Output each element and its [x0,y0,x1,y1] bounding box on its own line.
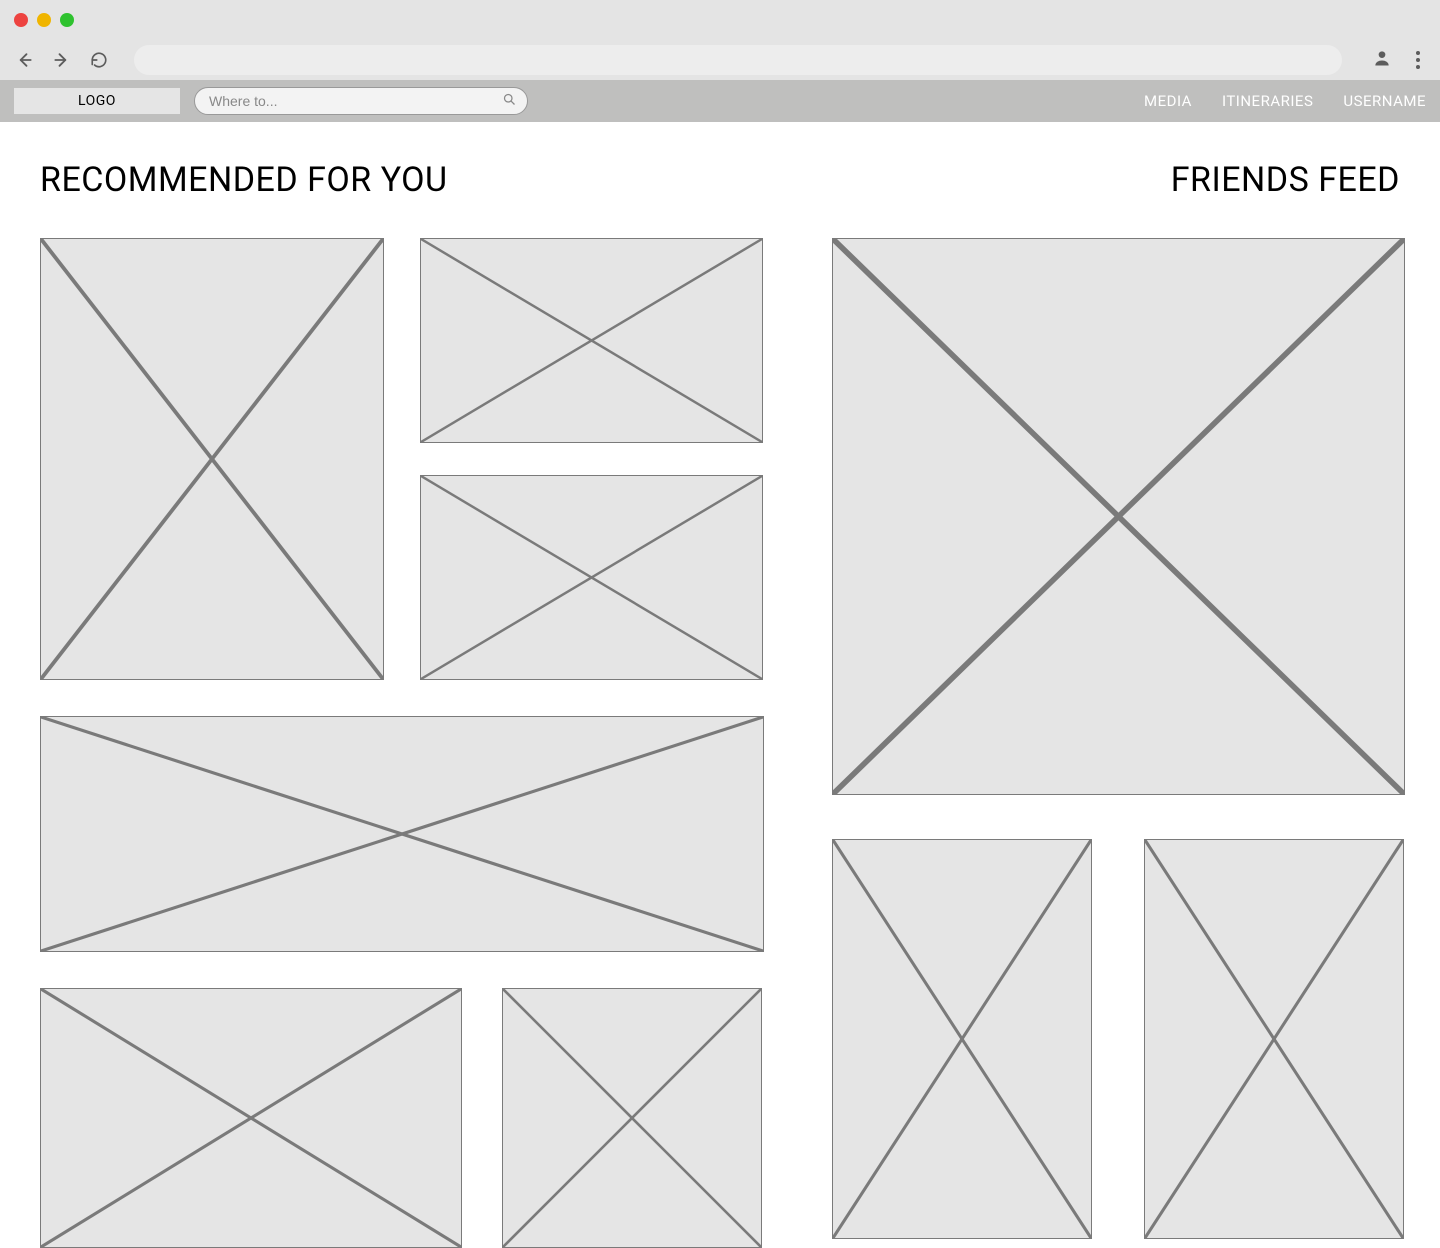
nav-link-username[interactable]: USERNAME [1343,92,1426,110]
recommended-heading: RECOMMENDED FOR YOU [40,160,448,200]
forward-button[interactable] [52,50,72,70]
browser-menu-button[interactable] [1410,51,1426,69]
navbar-right: MEDIA ITINERARIES USERNAME [1144,92,1426,110]
recommended-card[interactable] [502,988,762,1248]
section-headings: RECOMMENDED FOR YOU FRIENDS FEED [40,160,1400,200]
url-bar[interactable] [134,45,1342,75]
friends-card[interactable] [832,839,1092,1239]
recommended-card[interactable] [40,238,384,680]
browser-toolbar [0,40,1440,80]
app-navbar: LOGO MEDIA ITINERARIES USERNAME [0,80,1440,122]
nav-link-media[interactable]: MEDIA [1144,92,1192,110]
window-controls [14,13,74,27]
maximize-window-button[interactable] [60,13,74,27]
recommended-card[interactable] [420,475,763,680]
columns [40,238,1400,1248]
nav-link-itineraries[interactable]: ITINERARIES [1222,92,1313,110]
recommended-card[interactable] [40,988,462,1248]
close-window-button[interactable] [14,13,28,27]
friends-feed-column [832,238,1405,1248]
recommended-column [40,238,764,1248]
friends-card[interactable] [1144,839,1404,1239]
recommended-card[interactable] [420,238,763,443]
browser-titlebar [0,0,1440,40]
search-box[interactable] [194,87,528,115]
back-button[interactable] [14,50,34,70]
friends-card[interactable] [832,238,1405,795]
minimize-window-button[interactable] [37,13,51,27]
friends-feed-heading: FRIENDS FEED [1171,160,1400,200]
profile-icon[interactable] [1372,48,1392,72]
reload-button[interactable] [90,51,108,69]
search-input[interactable] [209,93,502,109]
search-icon [502,92,517,111]
page-content: RECOMMENDED FOR YOU FRIENDS FEED [0,122,1440,1248]
recommended-card[interactable] [40,716,764,952]
logo[interactable]: LOGO [14,88,180,114]
